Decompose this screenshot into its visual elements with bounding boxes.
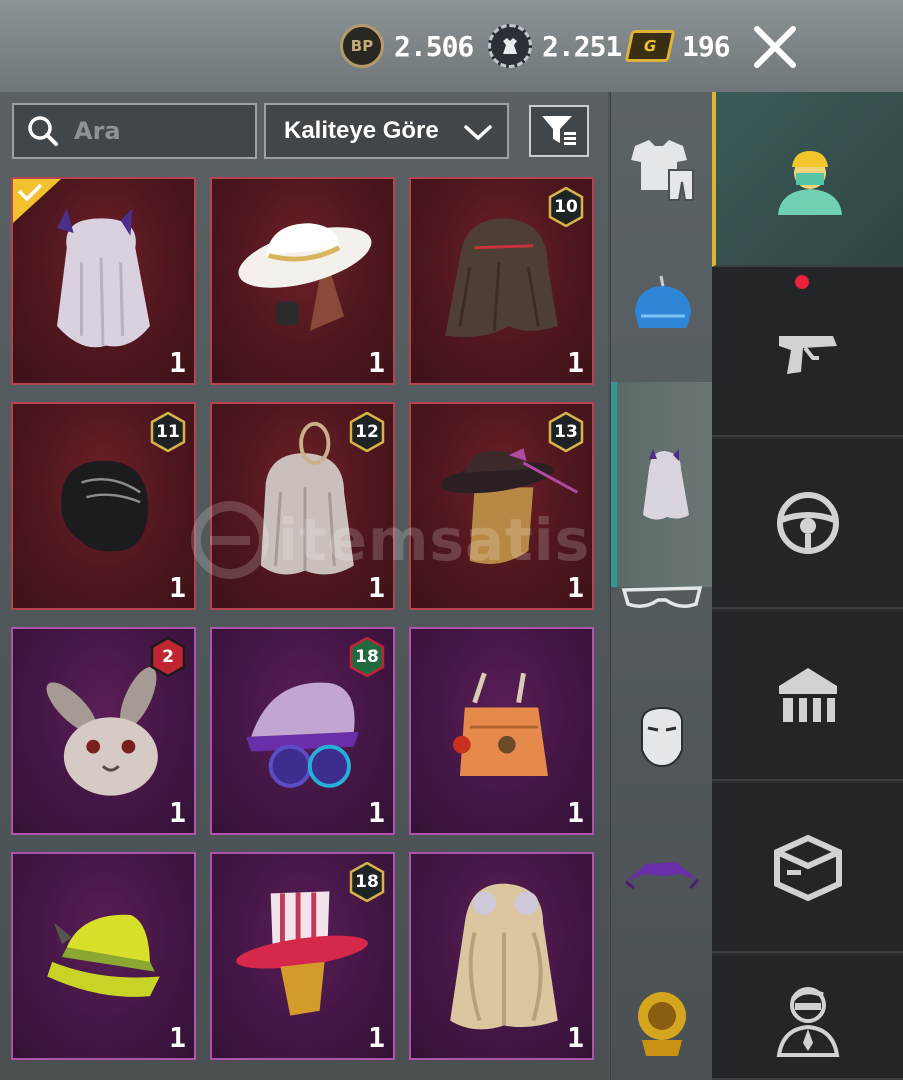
steering-wheel-icon [776,492,839,554]
item-quantity: 1 [567,571,584,604]
mask-icon [641,706,683,768]
cowboy-hat-icon [238,223,372,331]
bucket-hat-icon [47,914,160,997]
top-bar: BP 2.506 2.251 G 196 [0,0,903,92]
item-quantity: 1 [567,1021,584,1054]
item-quantity: 1 [169,1021,186,1054]
level-badge: 13 [548,412,584,452]
item-hat-with-blonde-hair[interactable]: 13 1 [409,402,594,610]
subcategory-mask[interactable] [611,692,713,782]
level-badge: 2 [150,637,186,677]
g-amount: 196 [682,29,731,63]
level-badge: 12 [349,412,385,452]
item-quantity: 1 [368,346,385,379]
category-weapons[interactable] [712,267,903,437]
bandana-icon [625,862,700,890]
category-agents[interactable] [712,955,903,1080]
uc-currency: 2.251 [488,24,622,68]
chevron-down-icon [464,125,492,141]
item-uncle-sam-hat[interactable]: 18 1 [210,852,395,1060]
uc-amount: 2.251 [542,29,622,63]
level-badge: 10 [548,187,584,227]
item-yellow-bucket-hat[interactable]: 1 [11,852,196,1060]
subcategory-helmet[interactable] [611,252,713,362]
accessory-icon [638,992,686,1056]
bp-amount: 2.506 [394,29,474,63]
item-quantity: 1 [368,796,385,829]
search-input[interactable]: Ara [12,103,257,159]
helmet-icon [635,275,691,328]
glasses-icon [621,586,703,608]
filter-button[interactable] [529,105,589,157]
item-bunny-mask[interactable]: 2 1 [11,627,196,835]
close-icon [754,26,796,68]
level-badge: 18 [349,637,385,677]
category-rail [712,92,903,1080]
item-blonde-curly-hair[interactable]: 1 [409,852,594,1060]
bp-coin-icon: BP [340,24,384,68]
orange-hat-icon [453,672,548,777]
bp-currency: BP 2.506 [340,24,474,68]
category-vehicles[interactable] [712,439,903,609]
subcategory-glasses[interactable] [611,567,713,627]
filter-icon [542,116,576,145]
notification-dot [795,275,809,289]
sort-dropdown-label: Kaliteye Göre [284,117,439,144]
blonde-hair-icon [450,883,558,1030]
subcategory-accessory[interactable] [611,972,713,1072]
crate-icon [773,834,842,902]
outfit-icon [631,140,694,201]
item-purple-spiked-hat[interactable]: 18 1 [210,627,395,835]
category-shelter[interactable] [712,611,903,781]
close-button[interactable] [748,20,802,74]
category-crates[interactable] [712,783,903,953]
search-icon [28,116,58,146]
item-ghost-wig[interactable]: 1 [11,177,196,385]
subcategory-bandana[interactable] [611,832,713,912]
character-icon [777,150,842,215]
item-orange-hat[interactable]: 1 [409,627,594,835]
g-currency: G 196 [624,25,731,67]
headwear-icon [643,448,689,520]
item-silver-curly-hair[interactable]: 12 1 [210,402,395,610]
search-placeholder: Ara [74,117,121,145]
uc-coin-icon [488,24,532,68]
g-coin-icon: G [624,30,676,62]
pistol-icon [778,336,837,374]
equipped-check-icon [13,179,61,223]
item-quantity: 1 [368,571,385,604]
subcategory-column [610,92,713,1080]
item-quantity: 1 [567,796,584,829]
item-quantity: 1 [169,796,186,829]
item-black-hair[interactable]: 11 1 [11,402,196,610]
item-quantity: 1 [567,346,584,379]
item-brown-hair[interactable]: 10 1 [409,177,594,385]
item-white-cowboy-hat[interactable]: 1 [210,177,395,385]
level-badge: 18 [349,862,385,902]
subcategory-headwear[interactable] [611,382,713,587]
item-quantity: 1 [368,1021,385,1054]
category-character[interactable] [712,92,903,267]
shelter-icon [778,668,837,722]
agent-icon [776,986,839,1057]
sort-dropdown[interactable]: Kaliteye Göre [264,103,509,159]
item-quantity: 1 [169,571,186,604]
item-quantity: 1 [169,346,186,379]
level-badge: 11 [150,412,186,452]
subcategory-outfit[interactable] [611,112,713,222]
